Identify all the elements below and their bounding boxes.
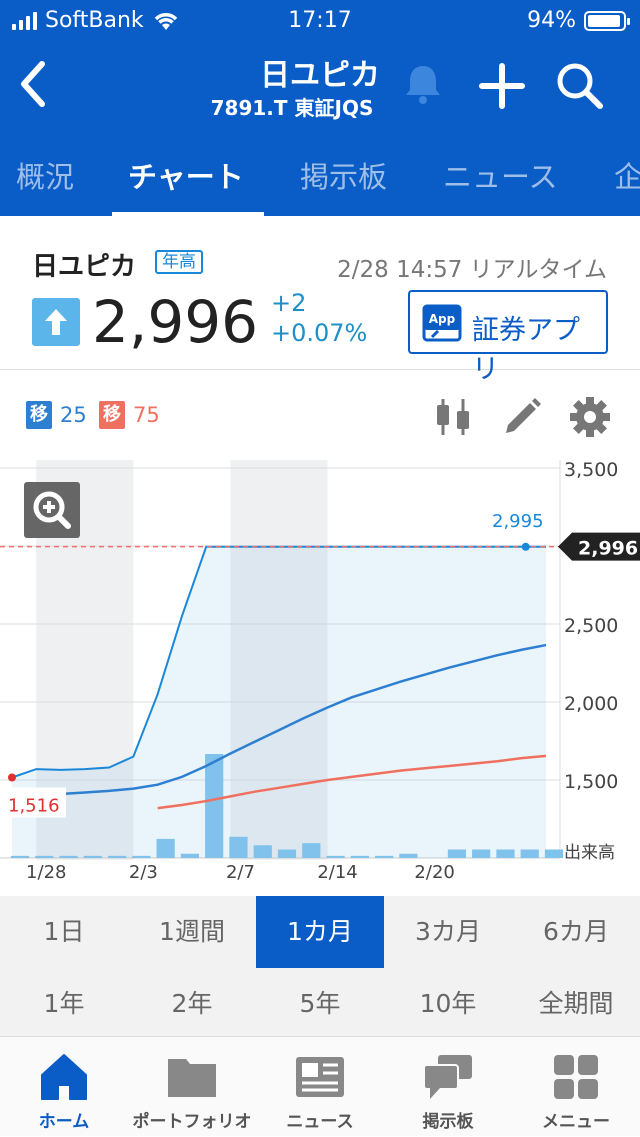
nav-portfolio[interactable]: ポートフォリオ xyxy=(128,1037,256,1137)
tab-board[interactable]: 掲示板 xyxy=(300,154,387,196)
period-1d[interactable]: 1日 xyxy=(0,896,128,968)
y-tick-label: 3,500 xyxy=(564,460,618,481)
grid-icon xyxy=(554,1055,598,1099)
battery-percent: 94% xyxy=(527,8,576,33)
year-high-badge: 年高 xyxy=(155,250,203,274)
x-tick-label: 1/28 xyxy=(26,862,66,883)
period-3m[interactable]: 3カ月 xyxy=(384,896,512,968)
period-selector: 1日 1週間 1カ月 3カ月 6カ月 1年 2年 5年 10年 全期間 xyxy=(0,896,640,1036)
low-label: 1,516 xyxy=(8,796,60,817)
quote-timestamp: 2/28 14:57 リアルタイム xyxy=(337,257,607,283)
add-icon[interactable] xyxy=(478,62,526,110)
high-marker xyxy=(521,542,530,551)
nav-board[interactable]: 掲示板 xyxy=(384,1037,512,1137)
change-value: +2 xyxy=(271,289,307,317)
high-label: 2,995 xyxy=(492,511,544,532)
bottom-nav: ホーム ポートフォリオ ニュース 掲示板 メニュー xyxy=(0,1036,640,1136)
y-tick-label: 1,500 xyxy=(564,771,618,793)
period-1y[interactable]: 1年 xyxy=(0,968,128,1040)
tab-company[interactable]: 企 xyxy=(614,154,640,196)
app-icon-text: App xyxy=(429,312,456,326)
period-2y[interactable]: 2年 xyxy=(128,968,256,1040)
x-tick-label: 2/7 xyxy=(226,862,255,883)
period-10y[interactable]: 10年 xyxy=(384,968,512,1040)
low-marker xyxy=(8,773,16,782)
nav-menu[interactable]: メニュー xyxy=(512,1037,640,1137)
x-tick-label: 2/3 xyxy=(129,862,158,883)
ma-short-tag: 移 xyxy=(26,401,52,429)
securities-app-button[interactable]: App 証券アプリ xyxy=(408,290,608,385)
battery-icon xyxy=(584,10,630,31)
x-tick-label: 2/14 xyxy=(317,862,357,883)
period-1m[interactable]: 1カ月 xyxy=(256,896,384,968)
tab-bar: 概況 チャート 掲示板 ニュース 企 xyxy=(0,132,640,216)
volume-bar xyxy=(544,849,564,858)
nav-bar: 日ユピカ 7891.T 東証JQS xyxy=(0,40,640,132)
nav-home-label: ホーム xyxy=(38,1112,90,1132)
ma-long-value: 75 xyxy=(133,403,160,427)
price-change: +2 +0.07% xyxy=(271,288,367,348)
period-1w[interactable]: 1週間 xyxy=(128,896,256,968)
y-tick-label: 2,000 xyxy=(564,693,618,715)
x-tick-label: 2/20 xyxy=(414,862,454,883)
bell-icon[interactable] xyxy=(400,62,446,106)
quote-panel: 日ユピカ 年高 2/28 14:57 リアルタイム 2,996 +2 +0.07… xyxy=(0,216,640,385)
search-icon[interactable] xyxy=(554,60,604,110)
tab-overview[interactable]: 概況 xyxy=(16,154,74,196)
volume-label: 出来高 xyxy=(564,843,615,863)
stock-name: 日ユピカ xyxy=(32,252,137,282)
chart-canvas: 1,5002,0002,5003,0003,500出来高2,9962,9951,… xyxy=(0,459,640,883)
app-icon: App xyxy=(422,304,462,342)
nav-news-label: ニュース xyxy=(286,1112,354,1132)
nav-home[interactable]: ホーム xyxy=(0,1037,128,1137)
news-icon xyxy=(296,1057,344,1097)
nav-menu-label: メニュー xyxy=(542,1112,610,1132)
y-tick-label: 2,500 xyxy=(564,615,618,637)
up-arrow-icon xyxy=(32,298,80,346)
folder-icon xyxy=(168,1059,216,1097)
candlestick-icon[interactable] xyxy=(432,395,474,439)
ma-long-tag: 移 xyxy=(99,401,125,429)
current-price-tag-label: 2,996 xyxy=(578,538,638,560)
nav-news[interactable]: ニュース xyxy=(256,1037,384,1137)
home-icon xyxy=(41,1054,87,1100)
nav-portfolio-label: ポートフォリオ xyxy=(132,1112,252,1132)
price-chart[interactable]: 1,5002,0002,5003,0003,500出来高2,9962,9951,… xyxy=(0,459,640,896)
period-5y[interactable]: 5年 xyxy=(256,968,384,1040)
chat-icon xyxy=(423,1055,472,1099)
tab-chart[interactable]: チャート xyxy=(128,154,244,196)
pencil-icon[interactable] xyxy=(500,395,544,439)
status-bar: SoftBank 17:17 94% xyxy=(0,0,640,40)
change-percent: +0.07% xyxy=(271,319,368,347)
battery-info: 94% xyxy=(527,8,630,33)
period-all[interactable]: 全期間 xyxy=(512,968,640,1040)
nav-board-label: 掲示板 xyxy=(422,1112,474,1132)
chart-toolbar: 移 25 移 75 xyxy=(0,371,640,467)
current-price: 2,996 xyxy=(92,288,259,356)
period-6m[interactable]: 6カ月 xyxy=(512,896,640,968)
ma-short-value: 25 xyxy=(60,403,87,427)
zoom-in-icon xyxy=(33,491,71,529)
gear-icon[interactable] xyxy=(568,395,612,439)
tab-news[interactable]: ニュース xyxy=(443,154,558,196)
page-title: 日ユピカ xyxy=(260,58,380,93)
zoom-button[interactable] xyxy=(24,482,80,538)
